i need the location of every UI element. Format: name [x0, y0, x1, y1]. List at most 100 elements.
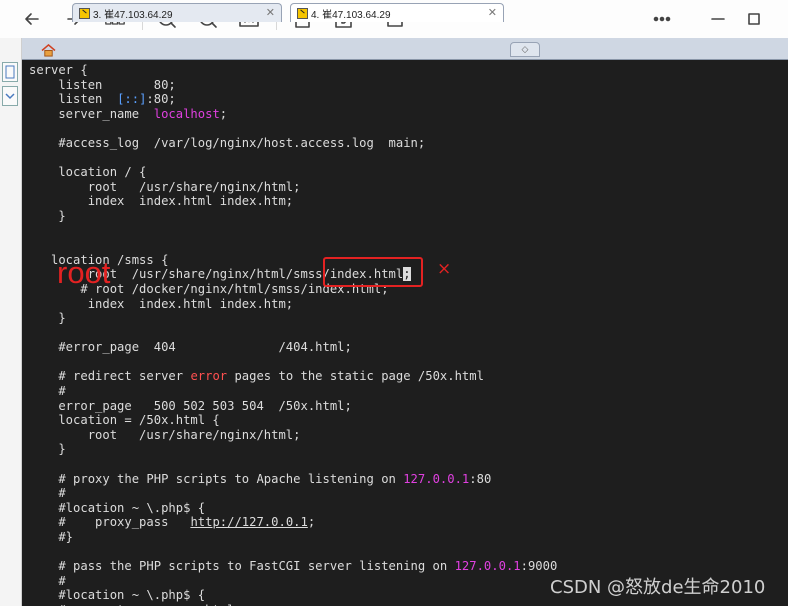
close-icon[interactable]: ✕: [266, 6, 275, 19]
code-token: 127.0.0.1: [403, 471, 470, 486]
code-token: server_name: [29, 106, 154, 121]
terminal-line: location = /50x.html {: [29, 413, 557, 428]
terminal-icon: [297, 7, 308, 19]
code-token: root /usr/share/nginx/html;: [29, 427, 301, 442]
code-token: root /usr/share/nginx/html;: [29, 179, 301, 194]
code-token: }: [29, 311, 66, 326]
code-token: #: [29, 384, 66, 399]
terminal-line: #access_log /var/log/nginx/host.access.l…: [29, 136, 557, 151]
terminal-line: location / {: [29, 165, 557, 180]
code-token: index index.html index.htm;: [29, 194, 294, 209]
new-tab-button[interactable]: ◇: [510, 42, 540, 57]
code-token: server {: [29, 63, 88, 77]
terminal-line: # proxy the PHP scripts to Apache listen…: [29, 472, 557, 487]
terminal-line: }: [29, 209, 557, 224]
highlight-box: [323, 257, 423, 287]
terminal-line: #: [29, 384, 557, 399]
wrong-mark: ×: [437, 259, 452, 279]
terminal-line: #: [29, 574, 557, 589]
terminal-lines: server { listen 80; listen [::]:80; serv…: [29, 63, 557, 606]
terminal-line: }: [29, 311, 557, 326]
code-token: #}: [29, 530, 74, 544]
code-token: [::]: [117, 92, 147, 107]
code-token: #location ~ \.php$ {: [29, 500, 206, 515]
terminal-line: # pass the PHP scripts to FastCGI server…: [29, 559, 557, 574]
terminal-output[interactable]: server { listen 80; listen [::]:80; serv…: [22, 60, 788, 606]
more-options-button[interactable]: [650, 7, 674, 31]
terminal-line: root /usr/share/nginx/html;: [29, 428, 557, 443]
terminal-line: listen 80;: [29, 78, 557, 93]
code-token: 127.0.0.1: [454, 559, 521, 574]
terminal-line: }: [29, 442, 557, 457]
tab-session-4[interactable]: 4. 崔47.103.64.29 ✕: [290, 3, 504, 22]
home-tab[interactable]: [38, 41, 58, 59]
code-token: index index.html index.htm;: [29, 296, 294, 311]
tab-label: 3. 崔47.103.64.29: [93, 9, 173, 21]
more-icon: [653, 16, 671, 22]
terminal-line: error_page 500 502 503 504 /50x.html;: [29, 399, 557, 414]
tab-label: 4. 崔47.103.64.29: [311, 9, 391, 21]
terminal-line: #error_page 404 /404.html;: [29, 340, 557, 355]
terminal-line: root /usr/share/nginx/html;: [29, 180, 557, 195]
terminal-line: #}: [29, 530, 557, 545]
code-token: http://127.0.0.1: [190, 515, 308, 530]
root-annotation: root: [57, 255, 111, 290]
terminal-line: #location ~ \.php$ {: [29, 588, 557, 603]
terminal-icon: [79, 7, 90, 19]
back-arrow-icon: [25, 13, 39, 25]
code-token: #: [29, 486, 66, 501]
code-token: pages to the static page /50x.html: [227, 369, 484, 384]
code-token: }: [29, 208, 66, 223]
new-tab-icon: ◇: [521, 44, 529, 54]
code-token: location = /50x.html {: [29, 413, 220, 428]
back-button[interactable]: [20, 7, 44, 31]
code-token: #location ~ \.php$ {: [29, 588, 206, 603]
code-token: # pass the PHP scripts to FastCGI server…: [29, 559, 455, 574]
maximize-icon: [748, 13, 760, 25]
code-token: error: [190, 369, 228, 384]
code-token: ;: [219, 106, 228, 121]
code-token: listen: [29, 92, 118, 107]
code-token: #access_log /var/log/nginx/host.access.l…: [29, 135, 426, 150]
close-icon[interactable]: ✕: [488, 6, 497, 19]
terminal-line: # redirect server error pages to the sta…: [29, 369, 557, 384]
code-token: ;: [307, 515, 316, 530]
terminal-tab-strip: [22, 38, 788, 60]
terminal-line: #: [29, 486, 557, 501]
left-gutter: [0, 38, 22, 606]
code-token: error_page 500 502 503 504 /50x.html;: [29, 398, 352, 413]
code-token: }: [29, 442, 66, 457]
code-token: :80;: [146, 92, 176, 107]
code-token: #error_page 404 /404.html;: [29, 340, 352, 355]
panel-toggle[interactable]: [2, 62, 18, 82]
terminal-line: listen [::]:80;: [29, 92, 557, 107]
code-token: # proxy the PHP scripts to Apache listen…: [29, 471, 404, 486]
minimize-icon: [711, 18, 725, 20]
code-token: :9000: [520, 559, 558, 574]
tab-session-3[interactable]: 3. 崔47.103.64.29 ✕: [72, 3, 282, 22]
chevron-down-icon: [5, 93, 15, 100]
maximize-button[interactable]: [742, 7, 766, 31]
terminal-line: # proxy_pass http://127.0.0.1;: [29, 515, 557, 530]
code-token: localhost: [153, 106, 220, 121]
terminal-line: #location ~ \.php$ {: [29, 501, 557, 516]
minimize-button[interactable]: [706, 7, 730, 31]
terminal-line: index index.html index.htm;: [29, 297, 557, 312]
code-token: #: [29, 573, 66, 588]
dropdown-toggle[interactable]: [2, 86, 18, 106]
terminal-line: server {: [29, 63, 557, 78]
watermark: CSDN @怒放de生命2010: [550, 577, 766, 598]
panel-icon: [5, 65, 15, 79]
home-icon: [41, 43, 55, 57]
terminal-line: index index.html index.htm;: [29, 194, 557, 209]
code-token: :80: [469, 471, 492, 486]
code-token: location / {: [29, 165, 147, 180]
terminal-line: server_name localhost;: [29, 107, 557, 122]
